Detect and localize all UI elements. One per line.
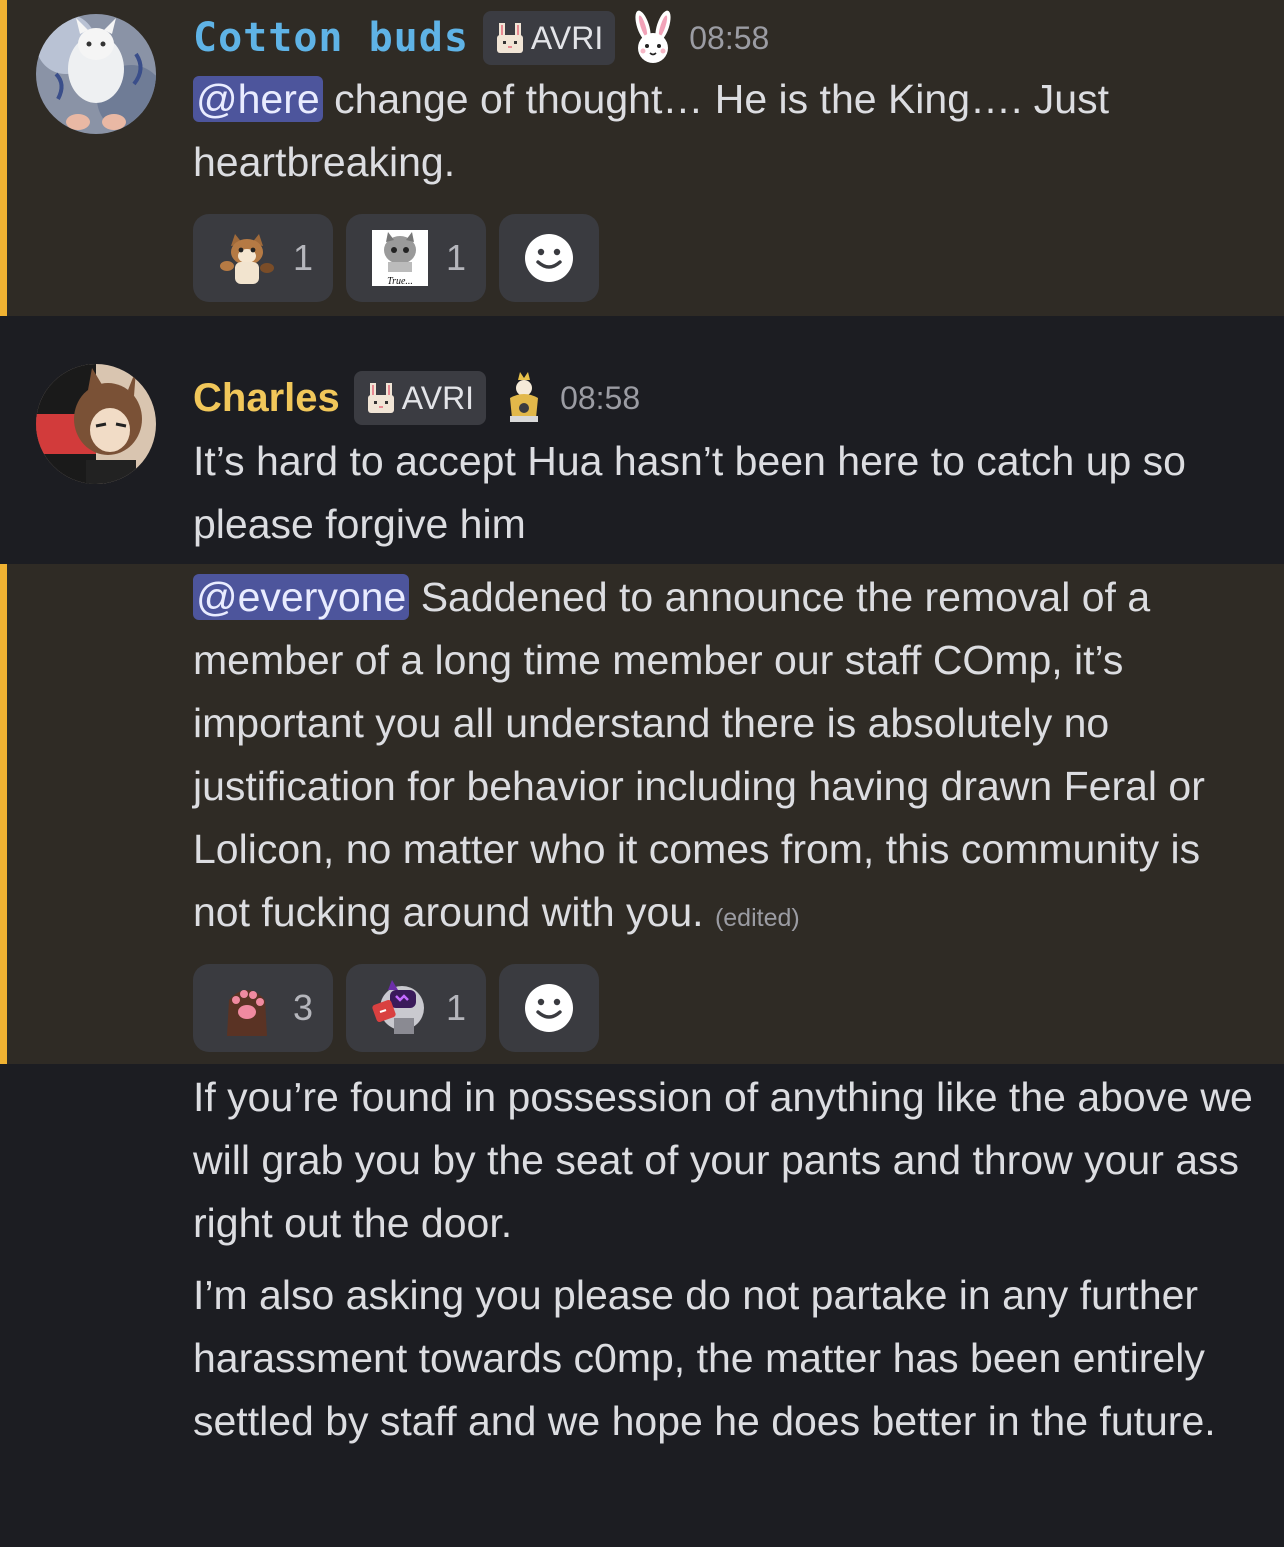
bunny-tag-icon — [496, 23, 523, 53]
reaction-count: 1 — [293, 237, 314, 278]
message-text: I’m also asking you please do not partak… — [193, 1272, 1216, 1444]
true-sticker-emoji-icon: True... — [372, 230, 429, 287]
smiley-add-icon — [525, 984, 574, 1032]
reaction-robot-cat[interactable]: 1 — [346, 964, 487, 1052]
timestamp: 08:58 — [560, 379, 641, 416]
message-header: Cotton buds AVRI 08:58 — [193, 8, 769, 68]
server-tag[interactable]: AVRI — [353, 371, 487, 425]
edited-label: (edited) — [714, 904, 800, 932]
add-reaction-button[interactable] — [499, 964, 600, 1052]
message-announcement: @everyone Saddened to announce the remov… — [0, 564, 1284, 1064]
reactions-bar: 3 1 — [193, 964, 600, 1052]
message-content: @here change of thought… He is the King…… — [193, 68, 1258, 194]
message-cotton-buds: Cotton buds AVRI 08:58 @here change of t… — [0, 0, 1284, 316]
server-tag[interactable]: AVRI — [482, 11, 616, 65]
smiley-add-icon — [525, 234, 574, 282]
server-tag-label: AVRI — [530, 19, 604, 56]
message-text: It’s hard to accept Hua hasn’t been here… — [193, 438, 1186, 547]
crown-figure-badge-icon[interactable] — [500, 370, 548, 426]
message-content: It’s hard to accept Hua hasn’t been here… — [193, 430, 1258, 556]
username[interactable]: Cotton buds — [193, 15, 469, 61]
sticker-caption: True... — [387, 276, 413, 287]
reaction-count: 1 — [446, 987, 467, 1028]
server-tag-label: AVRI — [401, 379, 475, 416]
avatar-charles[interactable] — [36, 364, 156, 484]
robot-cat-emoji-icon — [372, 980, 425, 1034]
bunny-tag-icon — [367, 383, 394, 413]
add-reaction-button[interactable] — [499, 214, 600, 302]
reactions-bar: 1 True... 1 — [193, 214, 600, 302]
message-header: Charles AVRI 08:58 — [193, 368, 640, 428]
reaction-paw[interactable]: 3 — [193, 964, 334, 1052]
cat-emoji-icon — [220, 234, 274, 284]
message-content-threat: If you’re found in possession of anythin… — [193, 1066, 1258, 1255]
paw-emoji-icon — [227, 990, 267, 1036]
message-charles: Charles AVRI 08:58 It’s hard to accept H… — [0, 316, 1284, 564]
username[interactable]: Charles — [193, 376, 340, 421]
reaction-count: 3 — [293, 987, 314, 1028]
avatar-cotton-buds[interactable] — [36, 14, 156, 134]
message-content: @everyone Saddened to announce the remov… — [193, 566, 1258, 950]
bunny-badge-icon[interactable] — [629, 10, 677, 66]
message-content-request: I’m also asking you please do not partak… — [193, 1264, 1258, 1453]
reaction-cat[interactable]: 1 — [193, 214, 334, 302]
message-text: If you’re found in possession of anythin… — [193, 1074, 1253, 1246]
timestamp: 08:58 — [689, 19, 770, 56]
reaction-true-sticker[interactable]: True... 1 — [346, 214, 487, 302]
mention-everyone[interactable]: @everyone — [193, 574, 410, 620]
mention-here[interactable]: @here — [193, 76, 323, 122]
message-text: change of thought… He is the King…. Just… — [193, 76, 1109, 185]
message-text: Saddened to announce the removal of a me… — [193, 574, 1205, 935]
reaction-count: 1 — [446, 237, 467, 278]
